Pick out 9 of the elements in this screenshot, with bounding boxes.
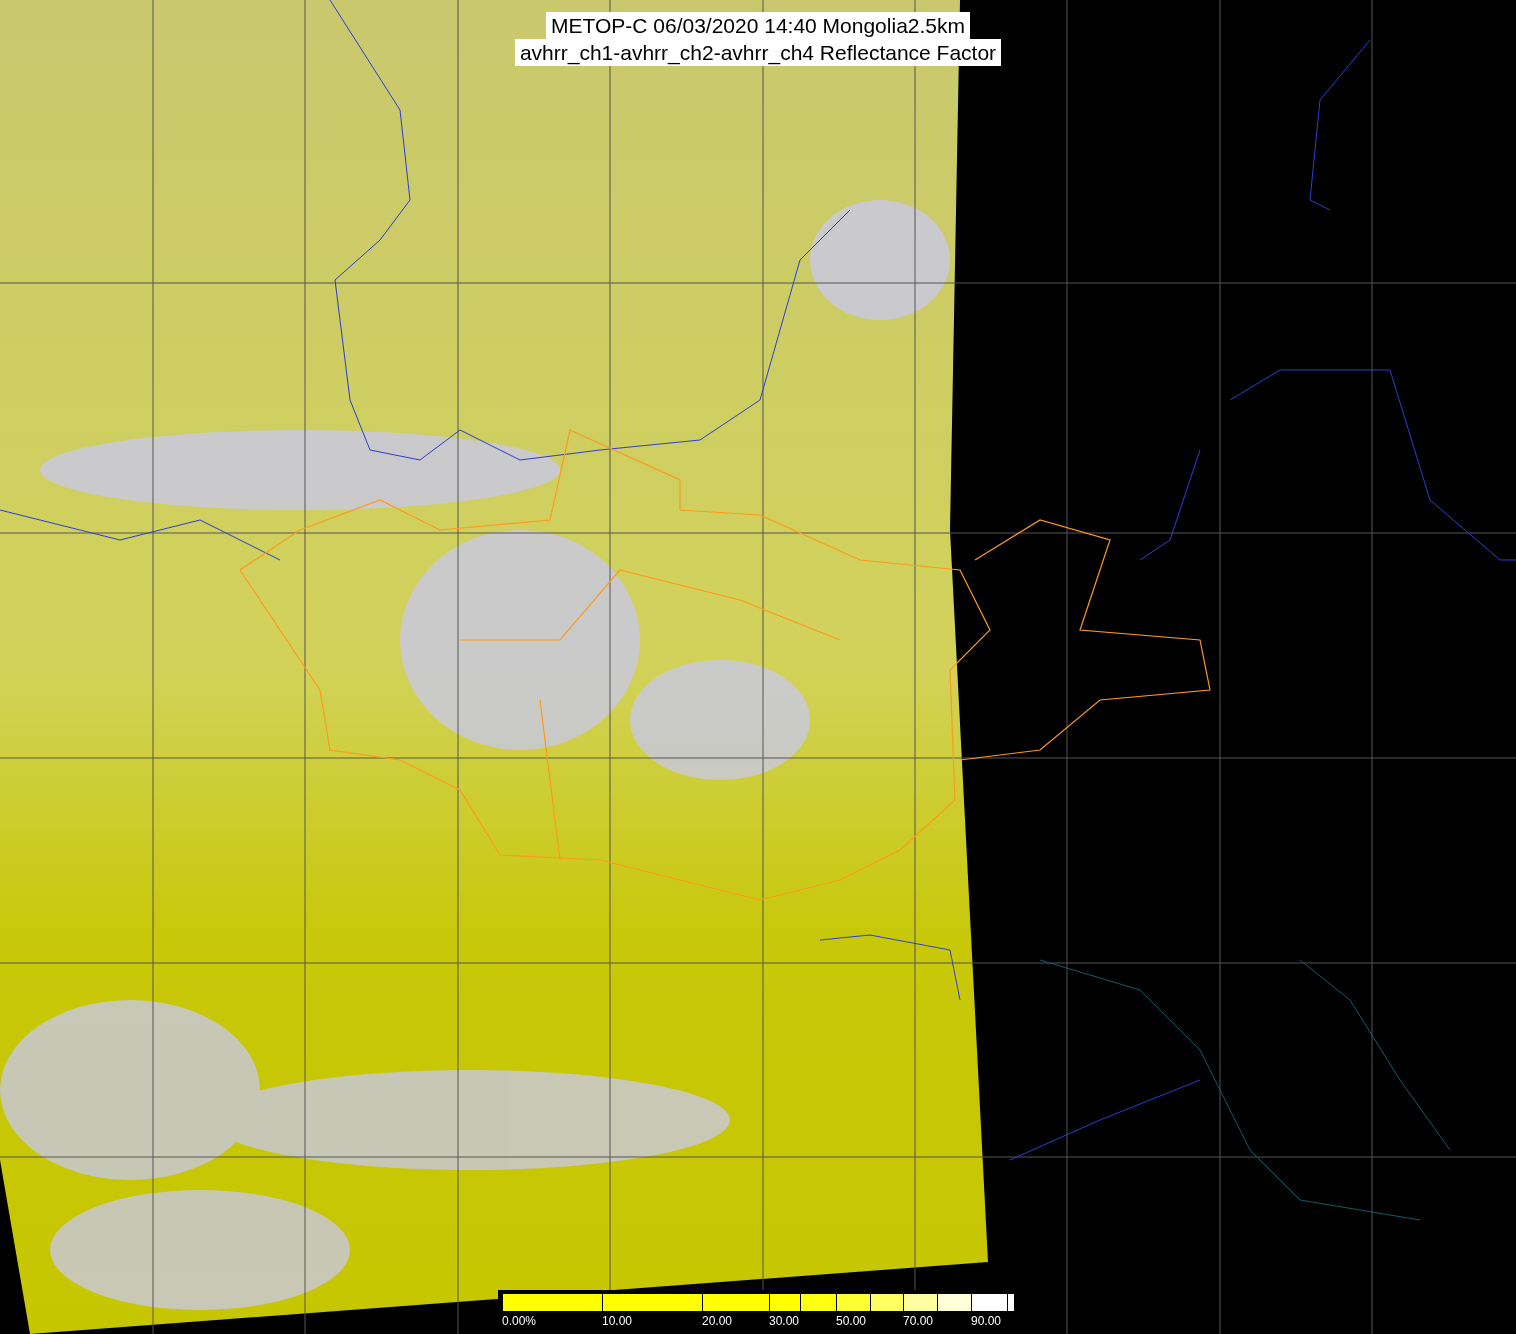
scale-label: 10.00 xyxy=(602,1314,633,1328)
map-title: avhrr_ch1-avhrr_ch2-avhrr_ch4 Reflectance Factor xyxy=(514,39,1002,66)
scale-label: 50.00 xyxy=(836,1314,867,1328)
scale-label: 30.00 xyxy=(769,1314,800,1328)
scale-label: 20.00 xyxy=(702,1314,733,1328)
scale-label: 0.00% xyxy=(502,1314,537,1328)
map-title: METOP-C 06/03/2020 14:40 Mongolia2.5km xyxy=(546,12,970,39)
scale-label: 90.00 xyxy=(971,1314,1002,1328)
scale-label: 70.00 xyxy=(903,1314,934,1328)
